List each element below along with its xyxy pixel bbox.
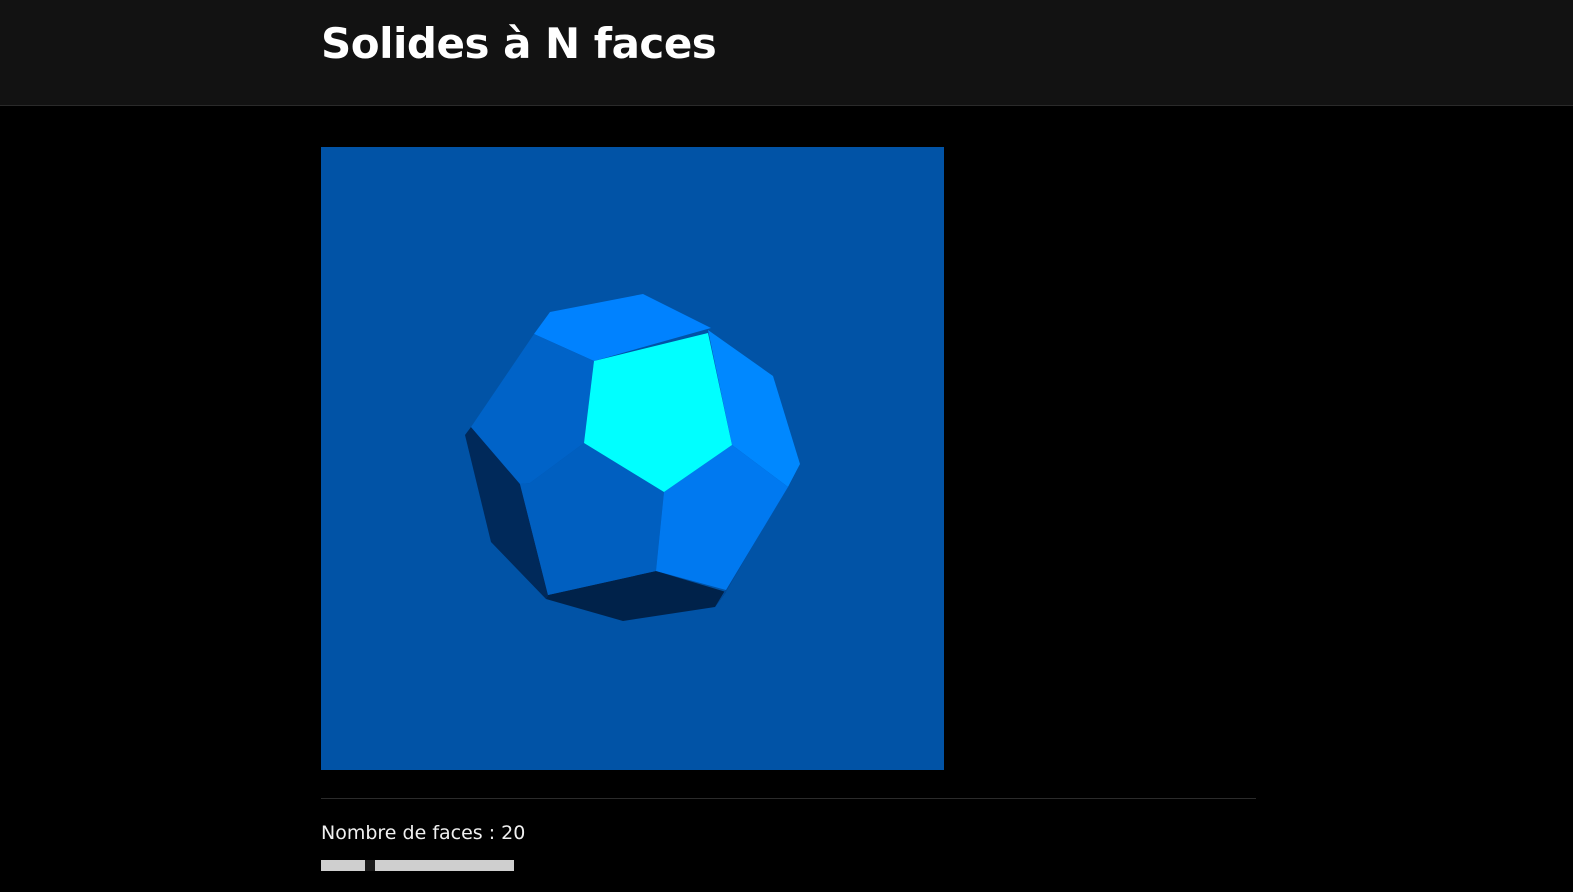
faces-slider[interactable] [321, 860, 514, 871]
faces-count-label: Nombre de faces : 20 [321, 822, 526, 844]
section-divider [321, 798, 1256, 799]
3d-viewport[interactable] [321, 147, 944, 770]
faces-slider-track[interactable] [321, 860, 514, 871]
top-header: Solides à N faces [0, 0, 1573, 106]
page-title: Solides à N faces [321, 19, 717, 68]
faces-slider-thumb[interactable] [365, 860, 375, 871]
